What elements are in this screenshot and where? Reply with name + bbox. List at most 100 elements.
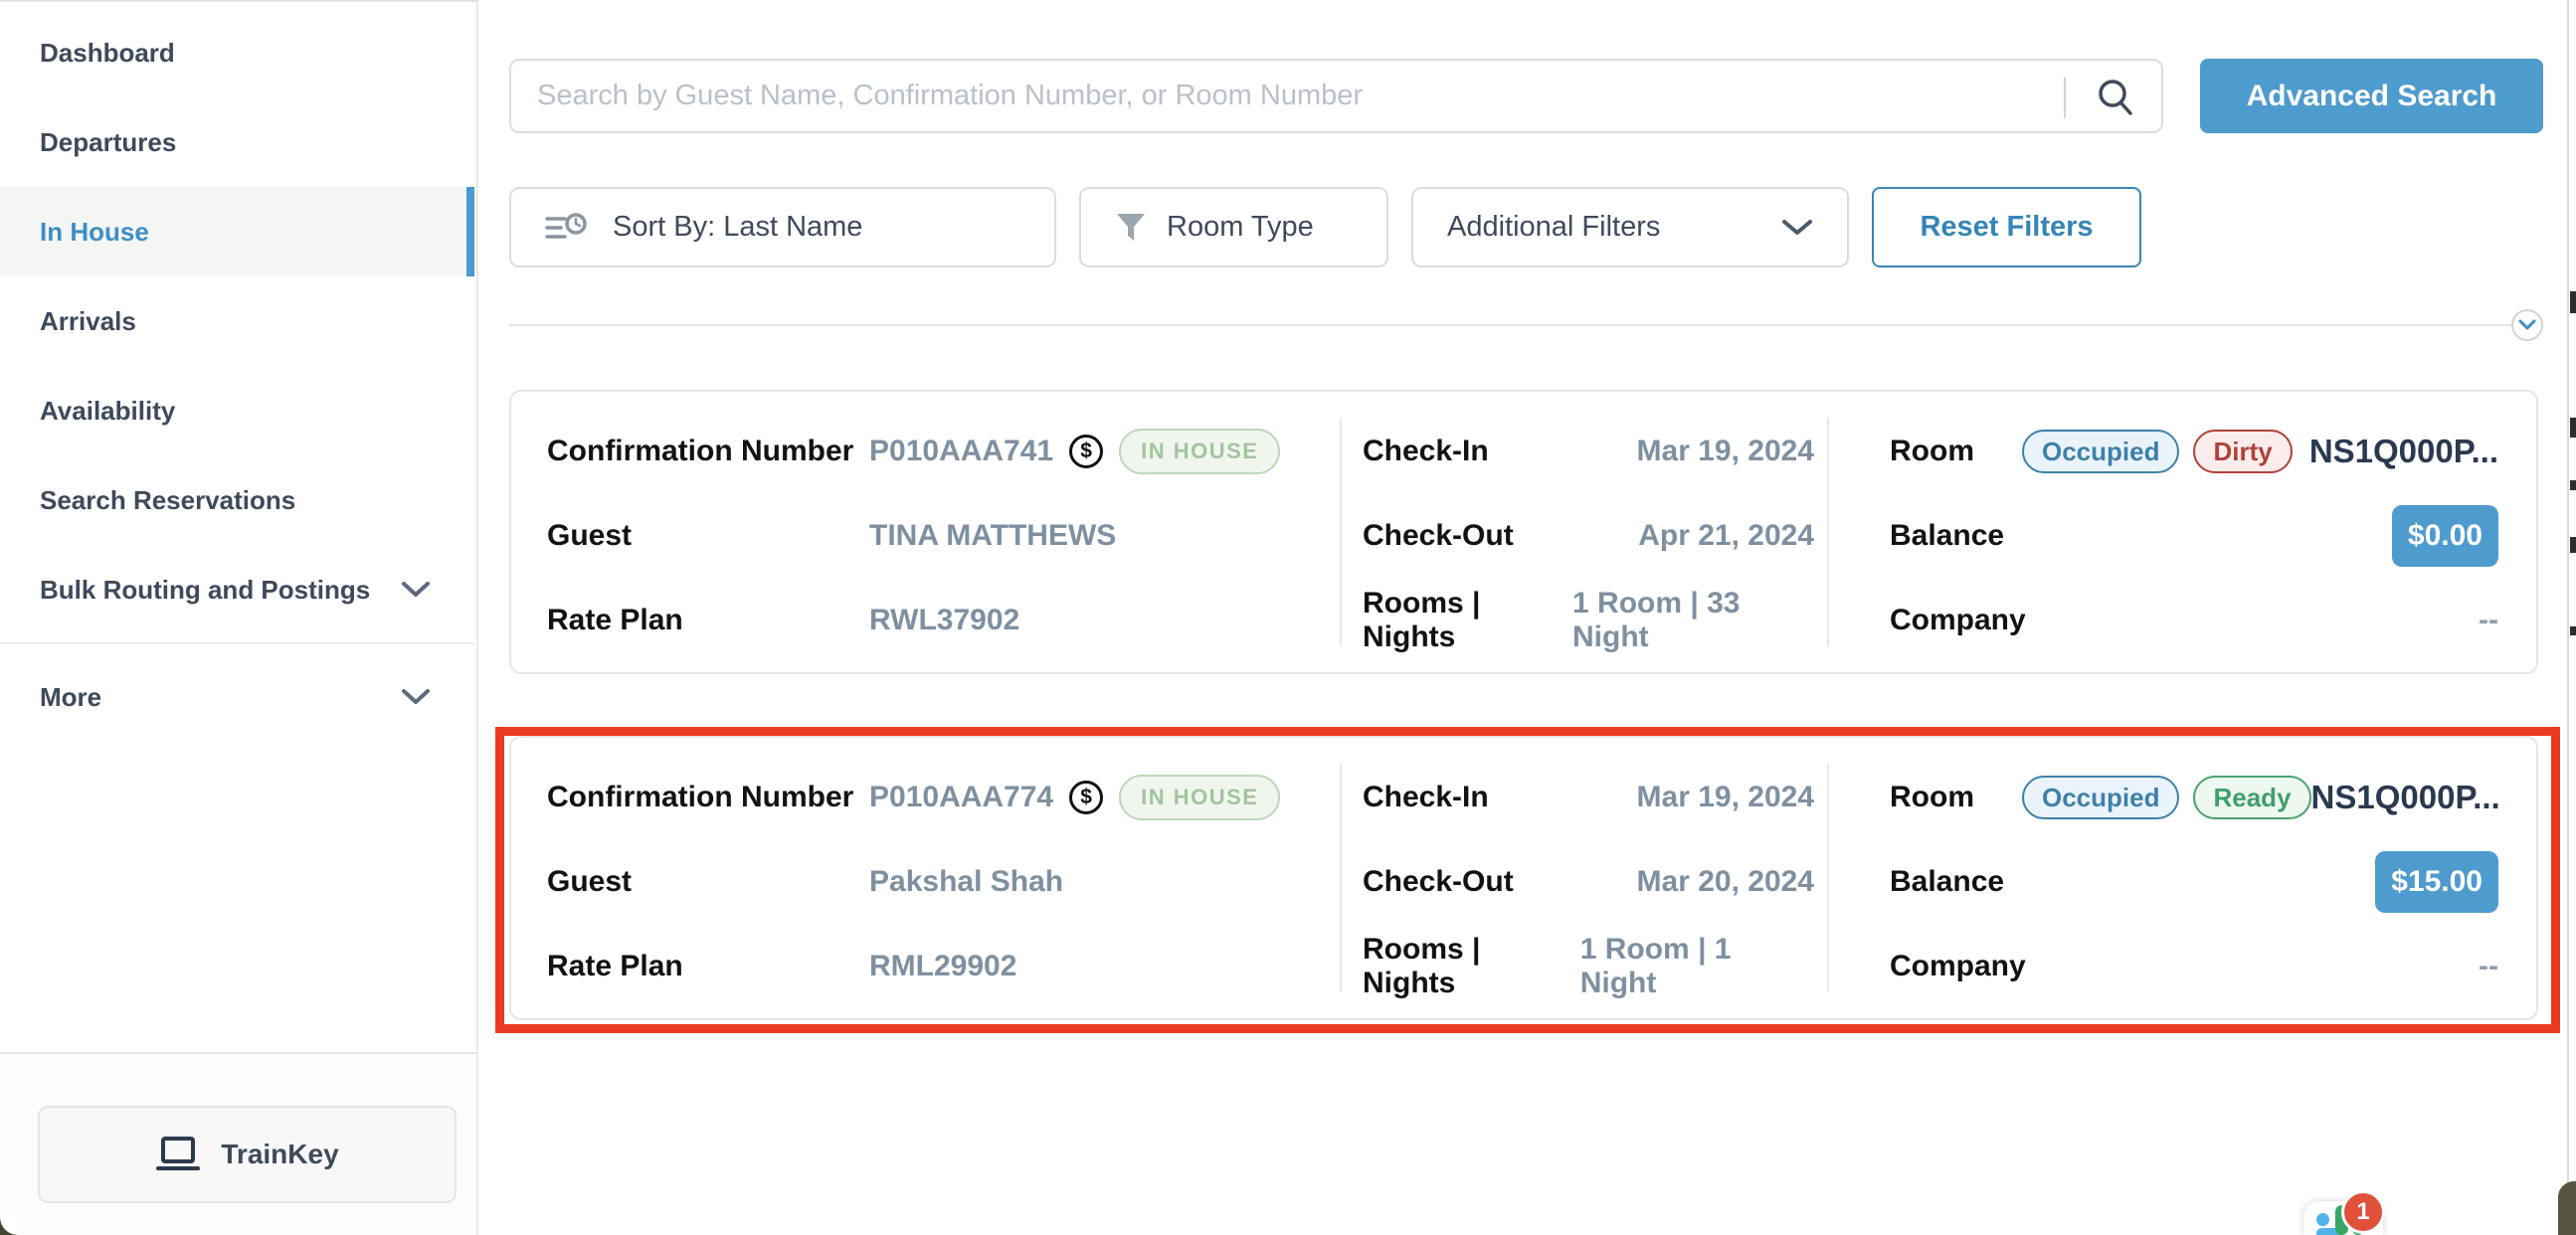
sidebar-item-search-reservations[interactable]: Search Reservations <box>0 455 474 545</box>
card-column-divider <box>1340 764 1342 992</box>
sort-by-dropdown[interactable]: Sort By: Last Name <box>509 187 1056 267</box>
rate-plan-value: RML29902 <box>869 950 1016 983</box>
sidebar: Dashboard Departures In House Arrivals A… <box>0 0 478 1235</box>
search-box <box>509 59 2163 133</box>
desktop-corner <box>2558 1181 2576 1235</box>
chevron-down-icon <box>401 581 431 599</box>
chevron-down-icon <box>401 688 431 706</box>
balance-label: Balance <box>1890 519 2004 553</box>
sidebar-bottom-panel: TrainKey <box>0 1052 476 1235</box>
card-column-divider <box>1827 764 1829 992</box>
search-icon[interactable] <box>2095 77 2136 118</box>
clipped-content-fragment <box>2570 626 2576 635</box>
confirmation-number: P010AAA741 <box>869 435 1053 468</box>
status-badge: IN HOUSE <box>1119 429 1280 474</box>
card-column-divider <box>1340 418 1342 646</box>
additional-filters-dropdown[interactable]: Additional Filters <box>1411 187 1849 267</box>
funnel-icon <box>1115 212 1147 244</box>
trainkey-button[interactable]: TrainKey <box>38 1106 457 1203</box>
reservation-card[interactable]: Confirmation Number P010AAA741 $ IN HOUS… <box>509 390 2538 674</box>
balance-chip[interactable]: $0.00 <box>2392 505 2498 567</box>
rooms-nights-value: 1 Room | 1 Night <box>1580 933 1814 1000</box>
rooms-nights-label: Rooms | Nights <box>1363 587 1572 654</box>
status-badge: IN HOUSE <box>1119 775 1280 820</box>
company-value: -- <box>2479 950 2498 983</box>
check-in-date: Mar 19, 2024 <box>1637 781 1814 814</box>
rooms-nights-value: 1 Room | 33 Night <box>1572 587 1814 654</box>
active-indicator-bar <box>466 187 474 276</box>
room-label: Room <box>1890 781 1974 814</box>
sidebar-nav: Dashboard Departures In House Arrivals A… <box>0 8 474 742</box>
housekeeping-status-pill: Dirty <box>2193 430 2292 473</box>
sidebar-divider <box>0 642 474 644</box>
room-label: Room <box>1890 435 1974 468</box>
occupancy-status-pill: Occupied <box>2022 430 2179 473</box>
confirmation-label: Confirmation Number <box>547 781 869 814</box>
sidebar-item-label: Departures <box>40 127 176 158</box>
company-value: -- <box>2479 604 2498 637</box>
sidebar-item-in-house[interactable]: In House <box>0 187 474 276</box>
check-in-label: Check-In <box>1363 435 1489 468</box>
check-out-date: Mar 20, 2024 <box>1637 865 1814 899</box>
section-divider <box>509 324 2512 326</box>
sidebar-item-availability[interactable]: Availability <box>0 366 474 455</box>
sidebar-item-label: Search Reservations <box>40 485 295 516</box>
search-separator <box>2064 78 2066 118</box>
guest-name: TINA MATTHEWS <box>869 519 1116 553</box>
sidebar-item-label: Bulk Routing and Postings <box>40 575 370 606</box>
trainkey-label: TrainKey <box>221 1139 338 1170</box>
sidebar-item-departures[interactable]: Departures <box>0 97 474 187</box>
confirmation-number: P010AAA774 <box>869 781 1053 814</box>
sidebar-item-label: Dashboard <box>40 38 175 69</box>
rate-plan-value: RWL37902 <box>869 604 1019 637</box>
sidebar-item-label: Availability <box>40 396 175 427</box>
guest-label: Guest <box>547 519 869 553</box>
sort-history-icon <box>545 211 589 245</box>
check-out-label: Check-Out <box>1363 519 1514 553</box>
guest-label: Guest <box>547 865 869 899</box>
sidebar-item-label: In House <box>40 217 149 248</box>
check-out-date: Apr 21, 2024 <box>1638 519 1814 553</box>
notification-badge[interactable]: 1 <box>2341 1190 2385 1234</box>
clipped-content-fragment <box>2570 418 2576 438</box>
room-number: NS1Q000P... <box>2309 433 2498 470</box>
search-input[interactable] <box>537 63 2049 129</box>
sidebar-item-bulk-routing[interactable]: Bulk Routing and Postings <box>0 545 474 634</box>
check-in-date: Mar 19, 2024 <box>1637 435 1814 468</box>
guest-name: Pakshal Shah <box>869 865 1063 899</box>
sidebar-item-more[interactable]: More <box>0 652 474 742</box>
chevron-down-icon <box>1781 219 1813 237</box>
advanced-search-button[interactable]: Advanced Search <box>2200 59 2543 133</box>
chevron-down-icon <box>2518 319 2536 331</box>
company-label: Company <box>1890 604 2026 637</box>
confirmation-label: Confirmation Number <box>547 435 869 468</box>
reset-filters-button[interactable]: Reset Filters <box>1872 187 2141 267</box>
rooms-nights-label: Rooms | Nights <box>1363 933 1580 1000</box>
folio-dollar-icon[interactable]: $ <box>1069 781 1103 814</box>
sidebar-item-label: More <box>40 682 101 713</box>
card-column-divider <box>1827 418 1829 646</box>
app-window: Dashboard Departures In House Arrivals A… <box>0 0 2576 1235</box>
rate-plan-label: Rate Plan <box>547 604 869 637</box>
housekeeping-status-pill: Ready <box>2193 776 2310 819</box>
occupancy-status-pill: Occupied <box>2022 776 2179 819</box>
balance-chip[interactable]: $15.00 <box>2375 851 2498 913</box>
balance-label: Balance <box>1890 865 2004 899</box>
rate-plan-label: Rate Plan <box>547 950 869 983</box>
chat-logo-shape <box>2316 1213 2329 1226</box>
clipped-content-fragment <box>2570 537 2576 553</box>
room-type-label: Room Type <box>1167 211 1314 244</box>
sort-by-label: Sort By: Last Name <box>613 211 862 244</box>
check-in-label: Check-In <box>1363 781 1489 814</box>
clipped-content-fragment <box>2570 291 2576 313</box>
laptop-icon <box>155 1136 201 1173</box>
additional-filters-label: Additional Filters <box>1447 211 1660 244</box>
sidebar-item-arrivals[interactable]: Arrivals <box>0 276 474 366</box>
folio-dollar-icon[interactable]: $ <box>1069 435 1103 468</box>
window-edge <box>2567 0 2569 1235</box>
room-type-filter[interactable]: Room Type <box>1079 187 1388 267</box>
collapse-toggle-button[interactable] <box>2511 309 2543 341</box>
sidebar-item-dashboard[interactable]: Dashboard <box>0 8 474 97</box>
company-label: Company <box>1890 950 2026 983</box>
reservation-card[interactable]: Confirmation Number P010AAA774 $ IN HOUS… <box>509 736 2538 1020</box>
